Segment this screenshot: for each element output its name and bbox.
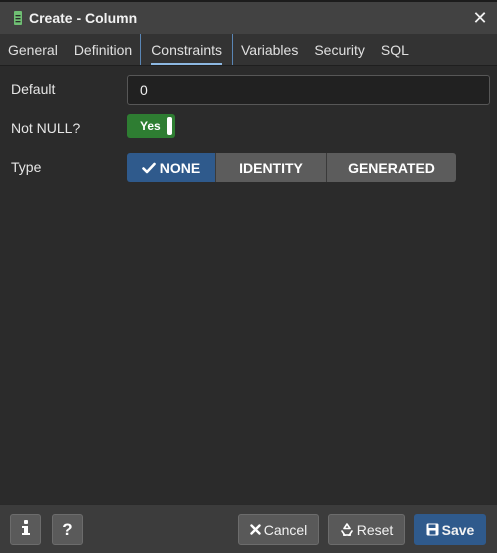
recycle-icon	[340, 523, 354, 536]
type-label: Type	[11, 159, 42, 175]
reset-button[interactable]: Reset	[328, 514, 405, 545]
dialog-title: Create - Column	[29, 10, 138, 26]
check-icon	[141, 162, 156, 174]
info-icon	[21, 520, 30, 539]
not-null-label: Not NULL?	[11, 120, 81, 136]
type-button-group: NONE IDENTITY GENERATED	[127, 153, 456, 182]
help-icon: ?	[62, 519, 73, 539]
type-generated-button[interactable]: GENERATED	[327, 153, 456, 182]
toggle-state-label: Yes	[140, 119, 161, 133]
column-icon	[12, 10, 23, 26]
floppy-disk-icon	[426, 523, 439, 536]
save-button[interactable]: Save	[414, 514, 486, 545]
dialog-footer: ? Cancel Reset Save	[0, 504, 497, 553]
tab-constraints[interactable]: Constraints	[140, 34, 233, 65]
not-null-toggle[interactable]: Yes	[127, 114, 175, 138]
tab-security[interactable]: Security	[306, 34, 373, 65]
cancel-button[interactable]: Cancel	[238, 514, 319, 545]
tab-variables[interactable]: Variables	[233, 34, 306, 65]
type-identity-button[interactable]: IDENTITY	[216, 153, 327, 182]
toggle-knob	[167, 117, 172, 135]
info-button[interactable]	[10, 514, 41, 545]
tab-bar: General Definition Constraints Variables…	[0, 34, 497, 66]
dialog-titlebar[interactable]: Create - Column ✕	[0, 2, 497, 34]
help-button[interactable]: ?	[52, 514, 83, 545]
type-none-button[interactable]: NONE	[127, 153, 216, 182]
close-icon[interactable]: ✕	[472, 9, 488, 27]
tab-general[interactable]: General	[0, 34, 66, 65]
default-label: Default	[11, 81, 56, 97]
tab-definition[interactable]: Definition	[66, 34, 140, 65]
tab-sql[interactable]: SQL	[373, 34, 417, 65]
close-icon	[250, 524, 261, 535]
default-input[interactable]: 0	[127, 75, 490, 105]
constraints-panel: Default 0 Not NULL? Yes Type NONE IDENTI…	[0, 67, 497, 504]
